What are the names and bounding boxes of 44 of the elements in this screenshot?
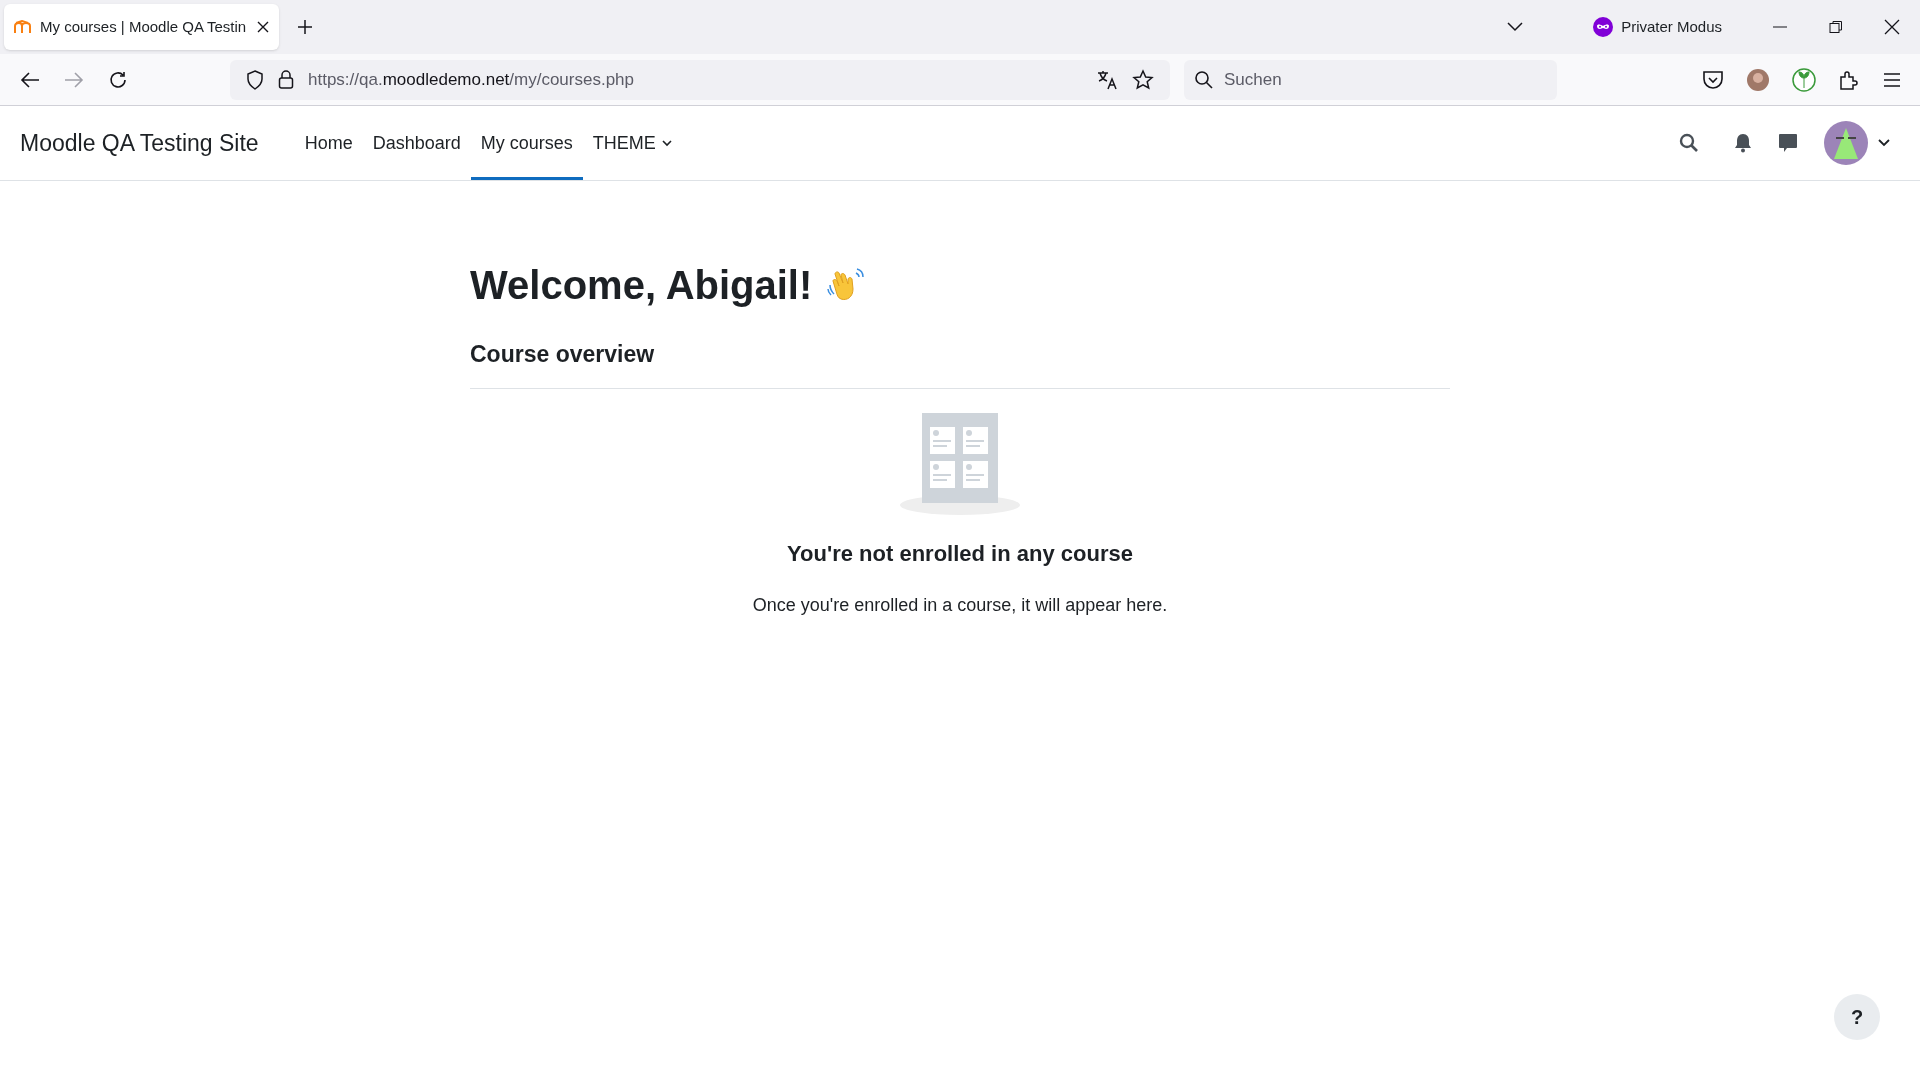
address-bar[interactable]: https://qa.moodledemo.net/my/courses.php	[230, 59, 1170, 100]
shield-icon	[246, 69, 264, 90]
browser-tab[interactable]: My courses | Moodle QA Testin	[4, 4, 279, 50]
nav-link[interactable]: Home	[294, 106, 363, 180]
private-mode-label: Privater Modus	[1621, 16, 1722, 37]
plus-icon	[296, 18, 314, 36]
help-button[interactable]: ?	[1834, 994, 1880, 1040]
moodle-logo-icon	[14, 20, 32, 34]
translate-icon[interactable]	[1096, 68, 1118, 91]
chat-icon[interactable]	[1778, 133, 1798, 153]
section-title: Course overview	[470, 337, 1450, 389]
star-icon[interactable]	[1132, 68, 1154, 91]
close-icon[interactable]	[257, 21, 269, 33]
forward-arrow-icon	[64, 70, 84, 89]
caret-icon	[661, 139, 672, 147]
profile-photo-icon[interactable]	[1746, 67, 1770, 92]
private-mask-icon	[1593, 17, 1614, 37]
search-field[interactable]: Suchen	[1184, 59, 1557, 100]
restore-icon	[1829, 20, 1843, 34]
lock-icon	[278, 69, 294, 90]
empty-state-title: You're not enrolled in any course	[787, 539, 1133, 568]
theme-menu[interactable]: THEME	[582, 106, 682, 180]
empty-state-text: Once you're enrolled in a course, it will appear here.	[752, 593, 1168, 617]
minimize-icon	[1773, 26, 1787, 28]
caret-icon	[1878, 139, 1890, 147]
nav-link[interactable]: Dashboard	[362, 106, 471, 180]
reload-icon	[108, 69, 128, 90]
user-menu-button[interactable]	[1824, 121, 1890, 165]
url-text: https://qa.moodledemo.net/my/courses.php	[308, 68, 635, 91]
pocket-icon[interactable]	[1702, 69, 1724, 90]
extension-leaf-icon[interactable]	[1792, 67, 1816, 92]
puzzle-icon[interactable]	[1838, 68, 1860, 91]
avatar-icon	[1824, 121, 1868, 165]
bell-icon[interactable]	[1734, 133, 1752, 153]
search-icon[interactable]	[1679, 133, 1699, 153]
chevron-down-icon	[1507, 22, 1524, 32]
site-name[interactable]: Moodle QA Testing Site	[20, 125, 259, 161]
close-icon	[1884, 19, 1900, 35]
tab-title: My courses | Moodle QA Testin	[40, 16, 248, 37]
welcome-heading: Welcome, Abigail!	[470, 262, 813, 309]
back-arrow-icon	[20, 70, 40, 89]
menu-icon[interactable]	[1882, 71, 1902, 88]
search-icon	[1194, 69, 1214, 90]
nav-link[interactable]: My courses	[470, 106, 583, 180]
